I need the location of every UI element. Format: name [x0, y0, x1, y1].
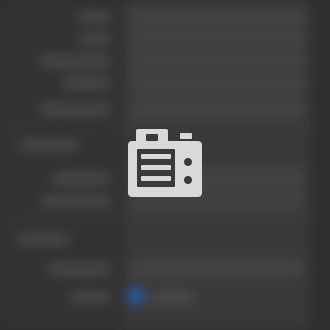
blurred-row-label	[42, 198, 110, 205]
blurred-row-label	[70, 294, 110, 301]
blurred-row	[130, 74, 305, 92]
camera-preview-screen	[0, 0, 330, 330]
camera-icon	[128, 129, 202, 197]
blurred-row	[130, 30, 305, 48]
blurred-row	[130, 52, 305, 70]
blurred-row	[130, 8, 305, 26]
blurred-checkbox	[128, 288, 144, 304]
blurred-row-label	[80, 36, 110, 43]
blurred-row	[130, 100, 305, 118]
blurred-divider	[0, 218, 320, 219]
blurred-divider	[0, 125, 320, 126]
blurred-row-label	[52, 175, 110, 182]
blurred-row-label	[40, 58, 110, 65]
blurred-label-column	[0, 0, 125, 330]
blurred-row	[130, 259, 305, 277]
blurred-row-label	[150, 294, 194, 301]
blurred-row-label	[48, 266, 110, 273]
blurred-row-label	[62, 80, 110, 87]
blurred-row-label	[78, 14, 110, 21]
blurred-row-label	[40, 106, 110, 113]
blurred-section-header	[18, 236, 68, 243]
blurred-section-header	[20, 142, 78, 149]
